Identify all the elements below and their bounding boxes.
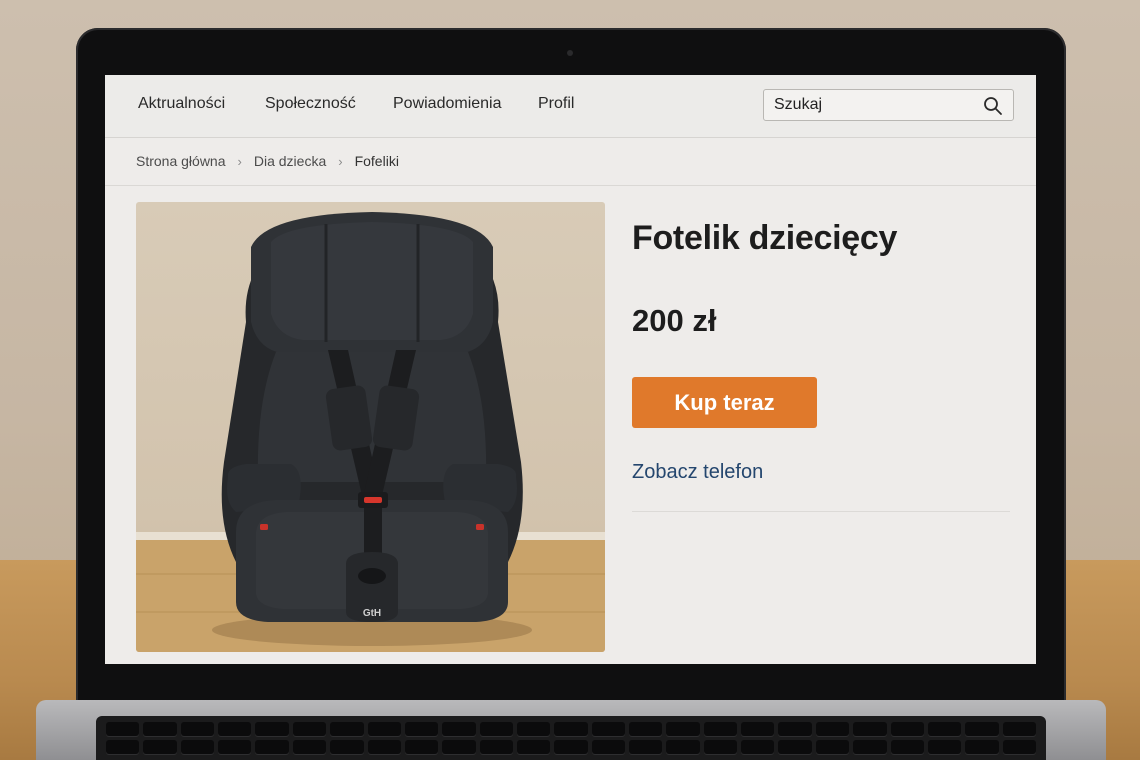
car-seat-illustration: GtH [136, 212, 605, 652]
breadcrumb-separator: › [338, 153, 343, 169]
breadcrumb-separator: › [237, 153, 242, 169]
keyboard [96, 716, 1046, 760]
product-image[interactable]: GtH [136, 202, 605, 652]
breadcrumb: Strona główna › Dia dziecka › Fofeliki [136, 153, 399, 169]
search-icon[interactable] [983, 96, 1003, 116]
nav-item-powiadomienia[interactable]: Powiadomienia [393, 95, 502, 113]
show-phone-link[interactable]: Zobacz telefon [632, 461, 763, 484]
search-input[interactable] [774, 94, 974, 116]
product-price: 200 zł [632, 303, 717, 338]
nav-item-profil[interactable]: Profil [538, 95, 574, 113]
nav-item-aktualnosci[interactable]: Aktrualności [138, 95, 225, 113]
seat-logo: GtH [363, 608, 381, 619]
keyboard-row [106, 722, 1036, 736]
top-navigation: Aktrualności Społeczność Powiadomienia P… [105, 75, 1036, 138]
breadcrumb-divider [105, 185, 1036, 186]
keyboard-row [106, 740, 1036, 754]
nav-item-spolecznosc[interactable]: Społeczność [265, 95, 356, 113]
breadcrumb-item-home[interactable]: Strona główna [136, 153, 226, 169]
breadcrumb-item-category[interactable]: Dia dziecka [254, 153, 326, 169]
browser-screen: Aktrualności Społeczność Powiadomienia P… [105, 75, 1036, 664]
search-box [763, 89, 1014, 121]
buy-now-button[interactable]: Kup teraz [632, 377, 817, 428]
product-title: Fotelik dziecięcy [632, 219, 898, 257]
breadcrumb-item-current: Fofeliki [354, 153, 399, 169]
camera-dot [567, 50, 573, 56]
content-divider [632, 511, 1010, 512]
